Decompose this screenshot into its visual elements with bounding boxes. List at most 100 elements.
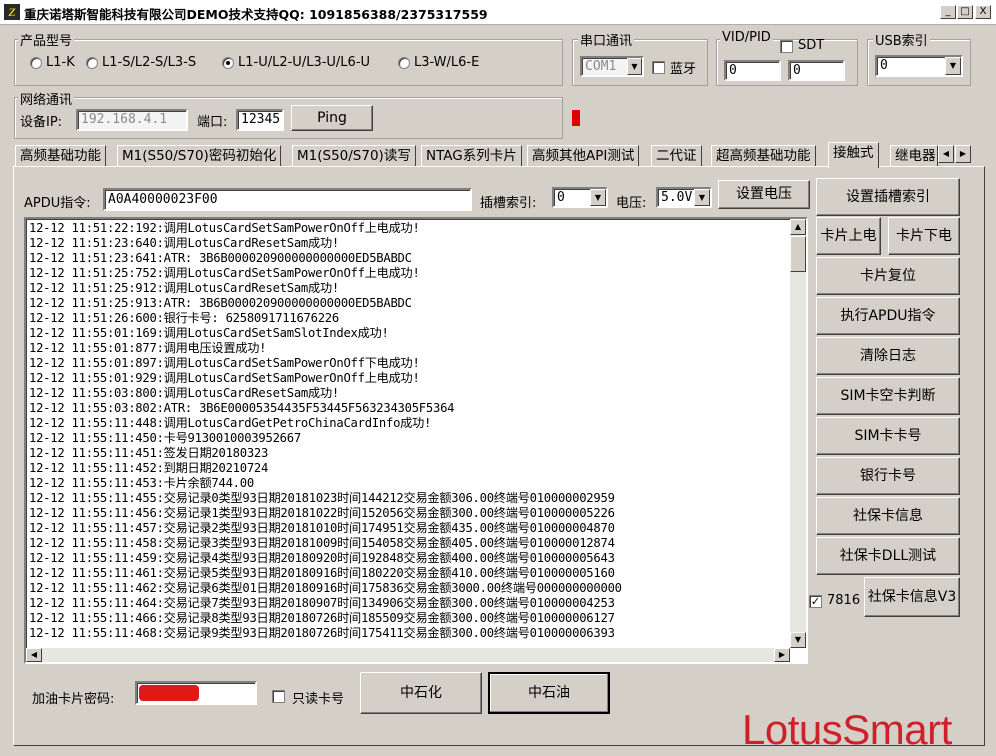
pid-input[interactable]: 0: [788, 60, 845, 81]
brand-watermark: LotusSmart: [742, 706, 952, 753]
log-line: 12-12 11:55:11:457:交易记录2类型93日期20181010时间…: [29, 521, 615, 535]
serial-label: 串口通讯: [578, 30, 635, 49]
radio-model-3-label: L3-W/L6-E: [414, 55, 480, 70]
iso7816-label: 7816: [827, 593, 861, 608]
sim-blank-check-button[interactable]: SIM卡空卡判断: [816, 377, 960, 415]
voltage-label: 电压:: [616, 196, 647, 211]
card-power-on-button[interactable]: 卡片上电: [816, 217, 881, 255]
fuel-card-password-input[interactable]: [135, 681, 257, 705]
log-line: 12-12 11:55:11:459:交易记录4类型93日期20180920时间…: [29, 551, 615, 565]
read-only-card-checkbox[interactable]: [272, 690, 285, 703]
social-card-info-button[interactable]: 社保卡信息: [816, 497, 960, 535]
status-led: [572, 110, 580, 126]
slot-index-label: 插槽索引:: [480, 196, 537, 211]
apdu-input[interactable]: A0A40000023F00: [103, 188, 472, 211]
log-line: 12-12 11:55:11:464:交易记录7类型93日期20180907时间…: [29, 596, 615, 610]
card-reset-button[interactable]: 卡片复位: [816, 257, 960, 295]
bluetooth-checkbox[interactable]: [652, 61, 665, 74]
log-textarea[interactable]: 12-12 11:51:22:192:调用LotusCardSetSamPowe…: [24, 217, 808, 664]
tab-id-card[interactable]: 二代证: [651, 145, 702, 166]
tab-uhf-basic[interactable]: 超高频基础功能: [711, 145, 816, 166]
tab-hf-basic[interactable]: 高频基础功能: [15, 145, 106, 166]
set-slot-index-button[interactable]: 设置插槽索引: [816, 178, 960, 216]
product-model-label: 产品型号: [18, 30, 75, 49]
iso7816-checkbox[interactable]: ✓: [809, 595, 822, 608]
log-line: 12-12 11:51:23:640:调用LotusCardResetSam成功…: [29, 236, 339, 250]
log-line: 12-12 11:55:11:450:卡号9130010003952667: [29, 431, 301, 445]
radio-model-1-label: L1-S/L2-S/L3-S: [102, 55, 197, 70]
log-line: 12-12 11:51:23:641:ATR: 3B6B000020900000…: [29, 251, 412, 265]
radio-model-0[interactable]: [30, 57, 42, 69]
window-title: 重庆诺塔斯智能科技有限公司DEMO技术支持QQ: 1091856388/2375…: [24, 7, 488, 22]
sdt-label: SDT: [798, 38, 825, 53]
exec-apdu-button[interactable]: 执行APDU指令: [816, 297, 960, 335]
radio-model-2[interactable]: [222, 57, 234, 69]
radio-model-2-label: L1-U/L2-U/L3-U/L6-U: [238, 55, 371, 70]
bluetooth-label: 蓝牙: [670, 62, 697, 77]
log-line: 12-12 11:55:11:448:调用LotusCardGetPetroCh…: [29, 416, 432, 430]
log-line: 12-12 11:55:11:455:交易记录0类型93日期20181023时间…: [29, 491, 615, 505]
log-line: 12-12 11:55:01:897:调用LotusCardSetSamPowe…: [29, 356, 420, 370]
close-button[interactable]: X: [975, 5, 991, 19]
radio-model-0-label: L1-K: [46, 55, 75, 70]
read-only-card-label: 只读卡号: [292, 692, 345, 707]
log-line: 12-12 11:55:11:458:交易记录3类型93日期20181009时间…: [29, 536, 615, 550]
sim-number-button[interactable]: SIM卡卡号: [816, 417, 960, 455]
password-redaction-mark: [139, 685, 199, 701]
tab-m1-read-write[interactable]: M1(S50/S70)读写: [292, 145, 416, 166]
port-label: 端口:: [197, 115, 228, 130]
social-card-dll-test-button[interactable]: 社保卡DLL测试: [816, 537, 960, 575]
voltage-dropdown-icon[interactable]: ▼: [694, 189, 710, 206]
log-line: 12-12 11:55:03:800:调用LotusCardResetSam成功…: [29, 386, 339, 400]
tab-m1-password-init[interactable]: M1(S50/S70)密码初始化: [117, 145, 282, 166]
app-icon: Z: [4, 4, 20, 20]
usb-dropdown-icon[interactable]: ▼: [945, 57, 961, 75]
log-line: 12-12 11:55:11:452:到期日期20210724: [29, 461, 269, 475]
bank-card-number-button[interactable]: 银行卡号: [816, 457, 960, 495]
social-card-info-v3-button[interactable]: 社保卡信息V3: [864, 577, 960, 617]
log-hscrollbar[interactable]: [26, 648, 790, 662]
minimize-button[interactable]: _: [940, 5, 956, 19]
slot-dropdown-icon[interactable]: ▼: [590, 189, 606, 206]
log-line: 12-12 11:51:25:752:调用LotusCardSetSamPowe…: [29, 266, 420, 280]
title-bar: Z 重庆诺塔斯智能科技有限公司DEMO技术支持QQ: 1091856388/23…: [0, 0, 996, 25]
log-line: 12-12 11:55:11:451:签发日期20180323: [29, 446, 269, 460]
sinopec-button[interactable]: 中石化: [360, 672, 482, 714]
scroll-right-icon[interactable]: ▶: [774, 648, 790, 662]
tab-scroll-right-icon[interactable]: ▶: [955, 145, 971, 163]
com-port-dropdown-icon[interactable]: ▼: [627, 58, 642, 75]
port-input[interactable]: 12345: [236, 109, 284, 131]
ping-button[interactable]: Ping: [291, 105, 373, 131]
device-ip-input[interactable]: 192.168.4.1: [76, 109, 188, 131]
tab-ntag[interactable]: NTAG系列卡片: [421, 145, 522, 166]
log-line: 12-12 11:55:01:169:调用LotusCardSetSamSlot…: [29, 326, 389, 340]
log-line: 12-12 11:55:11:466:交易记录8类型93日期20180726时间…: [29, 611, 615, 625]
log-line: 12-12 11:55:11:453:卡片余额744.00: [29, 476, 254, 490]
log-line: 12-12 11:55:01:929:调用LotusCardSetSamPowe…: [29, 371, 420, 385]
sdt-checkbox[interactable]: [780, 40, 793, 53]
petrochina-button[interactable]: 中石油: [488, 672, 610, 714]
vid-input[interactable]: 0: [724, 60, 781, 81]
log-line: 12-12 11:51:25:913:ATR: 3B6B000020900000…: [29, 296, 412, 310]
tab-hf-other-api[interactable]: 高频其他API测试: [527, 145, 640, 166]
log-vscrollbar[interactable]: [790, 219, 806, 648]
log-line: 12-12 11:55:11:468:交易记录9类型93日期20180726时间…: [29, 626, 615, 640]
vscroll-thumb[interactable]: [790, 236, 806, 272]
tab-scroll-left-icon[interactable]: ◀: [938, 145, 954, 163]
card-power-off-button[interactable]: 卡片下电: [888, 217, 960, 255]
radio-model-1[interactable]: [86, 57, 98, 69]
set-voltage-button[interactable]: 设置电压: [718, 180, 810, 209]
log-line: 12-12 11:51:22:192:调用LotusCardSetSamPowe…: [29, 221, 420, 235]
radio-model-3[interactable]: [398, 57, 410, 69]
network-label: 网络通讯: [18, 89, 75, 108]
tab-contact[interactable]: 接触式: [828, 142, 879, 168]
vidpid-label: VID/PID: [720, 30, 773, 45]
maximize-button[interactable]: □: [957, 5, 973, 19]
log-line: 12-12 11:55:11:462:交易记录6类型01日期20180916时间…: [29, 581, 622, 595]
tab-relay[interactable]: 继电器: [890, 145, 938, 166]
clear-log-button[interactable]: 清除日志: [816, 337, 960, 375]
log-line: 12-12 11:51:26:600:银行卡号: 625809171167622…: [29, 311, 339, 325]
scroll-left-icon[interactable]: ◀: [26, 648, 42, 662]
scroll-up-icon[interactable]: ▲: [790, 219, 806, 235]
scroll-down-icon[interactable]: ▼: [790, 632, 806, 648]
